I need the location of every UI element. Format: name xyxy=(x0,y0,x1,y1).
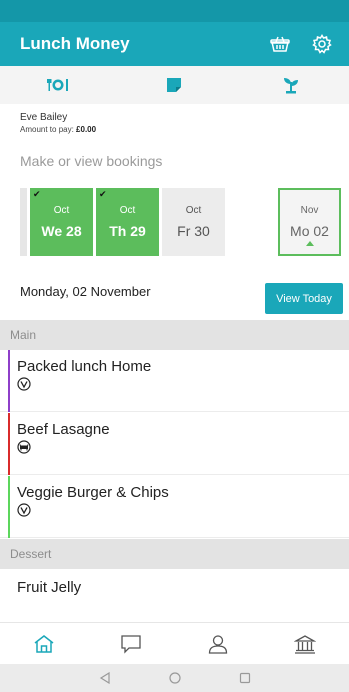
nav-profile[interactable] xyxy=(175,623,262,665)
day-label: We 28 xyxy=(41,223,82,239)
menu-item-name: Fruit Jelly xyxy=(17,579,82,596)
section-header-dessert: Dessert xyxy=(0,539,349,569)
selected-date-heading: Monday, 02 November xyxy=(20,284,151,299)
bottom-nav xyxy=(0,622,349,664)
selected-indicator-icon xyxy=(305,241,314,246)
profile-icon xyxy=(208,634,228,654)
menu-item[interactable]: Packed lunch Home xyxy=(0,350,349,412)
system-back-button[interactable] xyxy=(70,672,140,684)
category-color-bar xyxy=(8,476,10,538)
gear-icon xyxy=(312,34,332,54)
status-bar xyxy=(0,0,349,22)
chat-icon xyxy=(121,634,141,654)
menu-item-name: Beef Lasagne xyxy=(17,421,110,438)
amount-to-pay: Amount to pay: £0.00 xyxy=(20,125,96,134)
menu-item-name: Veggie Burger & Chips xyxy=(17,484,169,501)
day-month: Oct xyxy=(119,205,136,216)
beef-icon xyxy=(17,440,31,454)
bookings-label: Make or view bookings xyxy=(20,153,163,169)
day-card-previous[interactable] xyxy=(20,188,27,256)
tab-meals[interactable] xyxy=(0,66,116,104)
tab-notes[interactable] xyxy=(116,66,232,104)
home-icon xyxy=(34,634,54,653)
system-recents-button[interactable] xyxy=(210,672,280,684)
app-bar: Lunch Money xyxy=(0,22,349,66)
day-card-selected[interactable]: Nov Mo 02 xyxy=(278,188,341,256)
section-header-main: Main xyxy=(0,320,349,350)
day-card[interactable]: ✔ Oct Th 29 xyxy=(96,188,159,256)
amount-label: Amount to pay: xyxy=(20,125,74,134)
system-nav-bar xyxy=(0,664,349,692)
day-month: Oct xyxy=(185,205,202,216)
app-title: Lunch Money xyxy=(20,34,130,53)
days-strip: ✔ Oct We 28 ✔ Oct Th 29 Oct Fr 30 Nov Mo… xyxy=(0,185,349,259)
amount-value: £0.00 xyxy=(76,125,97,134)
note-icon xyxy=(167,78,182,92)
settings-button[interactable] xyxy=(307,29,337,59)
day-label: Th 29 xyxy=(109,223,146,239)
plant-icon xyxy=(283,78,298,94)
menu-item[interactable]: Fruit Jelly xyxy=(0,568,349,618)
user-name: Eve Bailey xyxy=(20,112,68,123)
tab-plants[interactable] xyxy=(233,66,349,104)
day-card[interactable]: Oct Fr 30 xyxy=(162,188,225,256)
day-card[interactable]: ✔ Oct We 28 xyxy=(30,188,93,256)
system-home-button[interactable] xyxy=(140,672,210,684)
home-circle-icon xyxy=(168,672,181,684)
day-label: Fr 30 xyxy=(177,223,210,239)
top-tabs xyxy=(0,66,349,104)
booked-check-icon: ✔ xyxy=(99,189,107,199)
nav-home[interactable] xyxy=(0,623,87,665)
menu-item[interactable]: Beef Lasagne xyxy=(0,413,349,475)
basket-button[interactable] xyxy=(265,29,295,59)
menu-item[interactable]: Veggie Burger & Chips xyxy=(0,476,349,538)
meal-icon xyxy=(47,79,69,91)
vegetarian-icon xyxy=(17,503,31,517)
menu-item-name: Packed lunch Home xyxy=(17,358,152,375)
back-triangle-icon xyxy=(99,672,110,684)
booked-check-icon: ✔ xyxy=(33,189,41,199)
nav-messages[interactable] xyxy=(87,623,174,665)
category-color-bar xyxy=(8,350,10,412)
day-month: Nov xyxy=(300,205,319,216)
day-month: Oct xyxy=(53,205,70,216)
nav-bank[interactable] xyxy=(262,623,349,665)
recents-square-icon xyxy=(239,672,250,684)
category-color-bar xyxy=(8,413,10,475)
bank-icon xyxy=(294,634,317,654)
day-label: Mo 02 xyxy=(290,223,329,239)
vegetarian-icon xyxy=(17,377,31,391)
basket-icon xyxy=(270,36,290,52)
user-info: Eve Bailey Amount to pay: £0.00 xyxy=(20,112,96,134)
view-today-button[interactable]: View Today xyxy=(265,283,343,314)
